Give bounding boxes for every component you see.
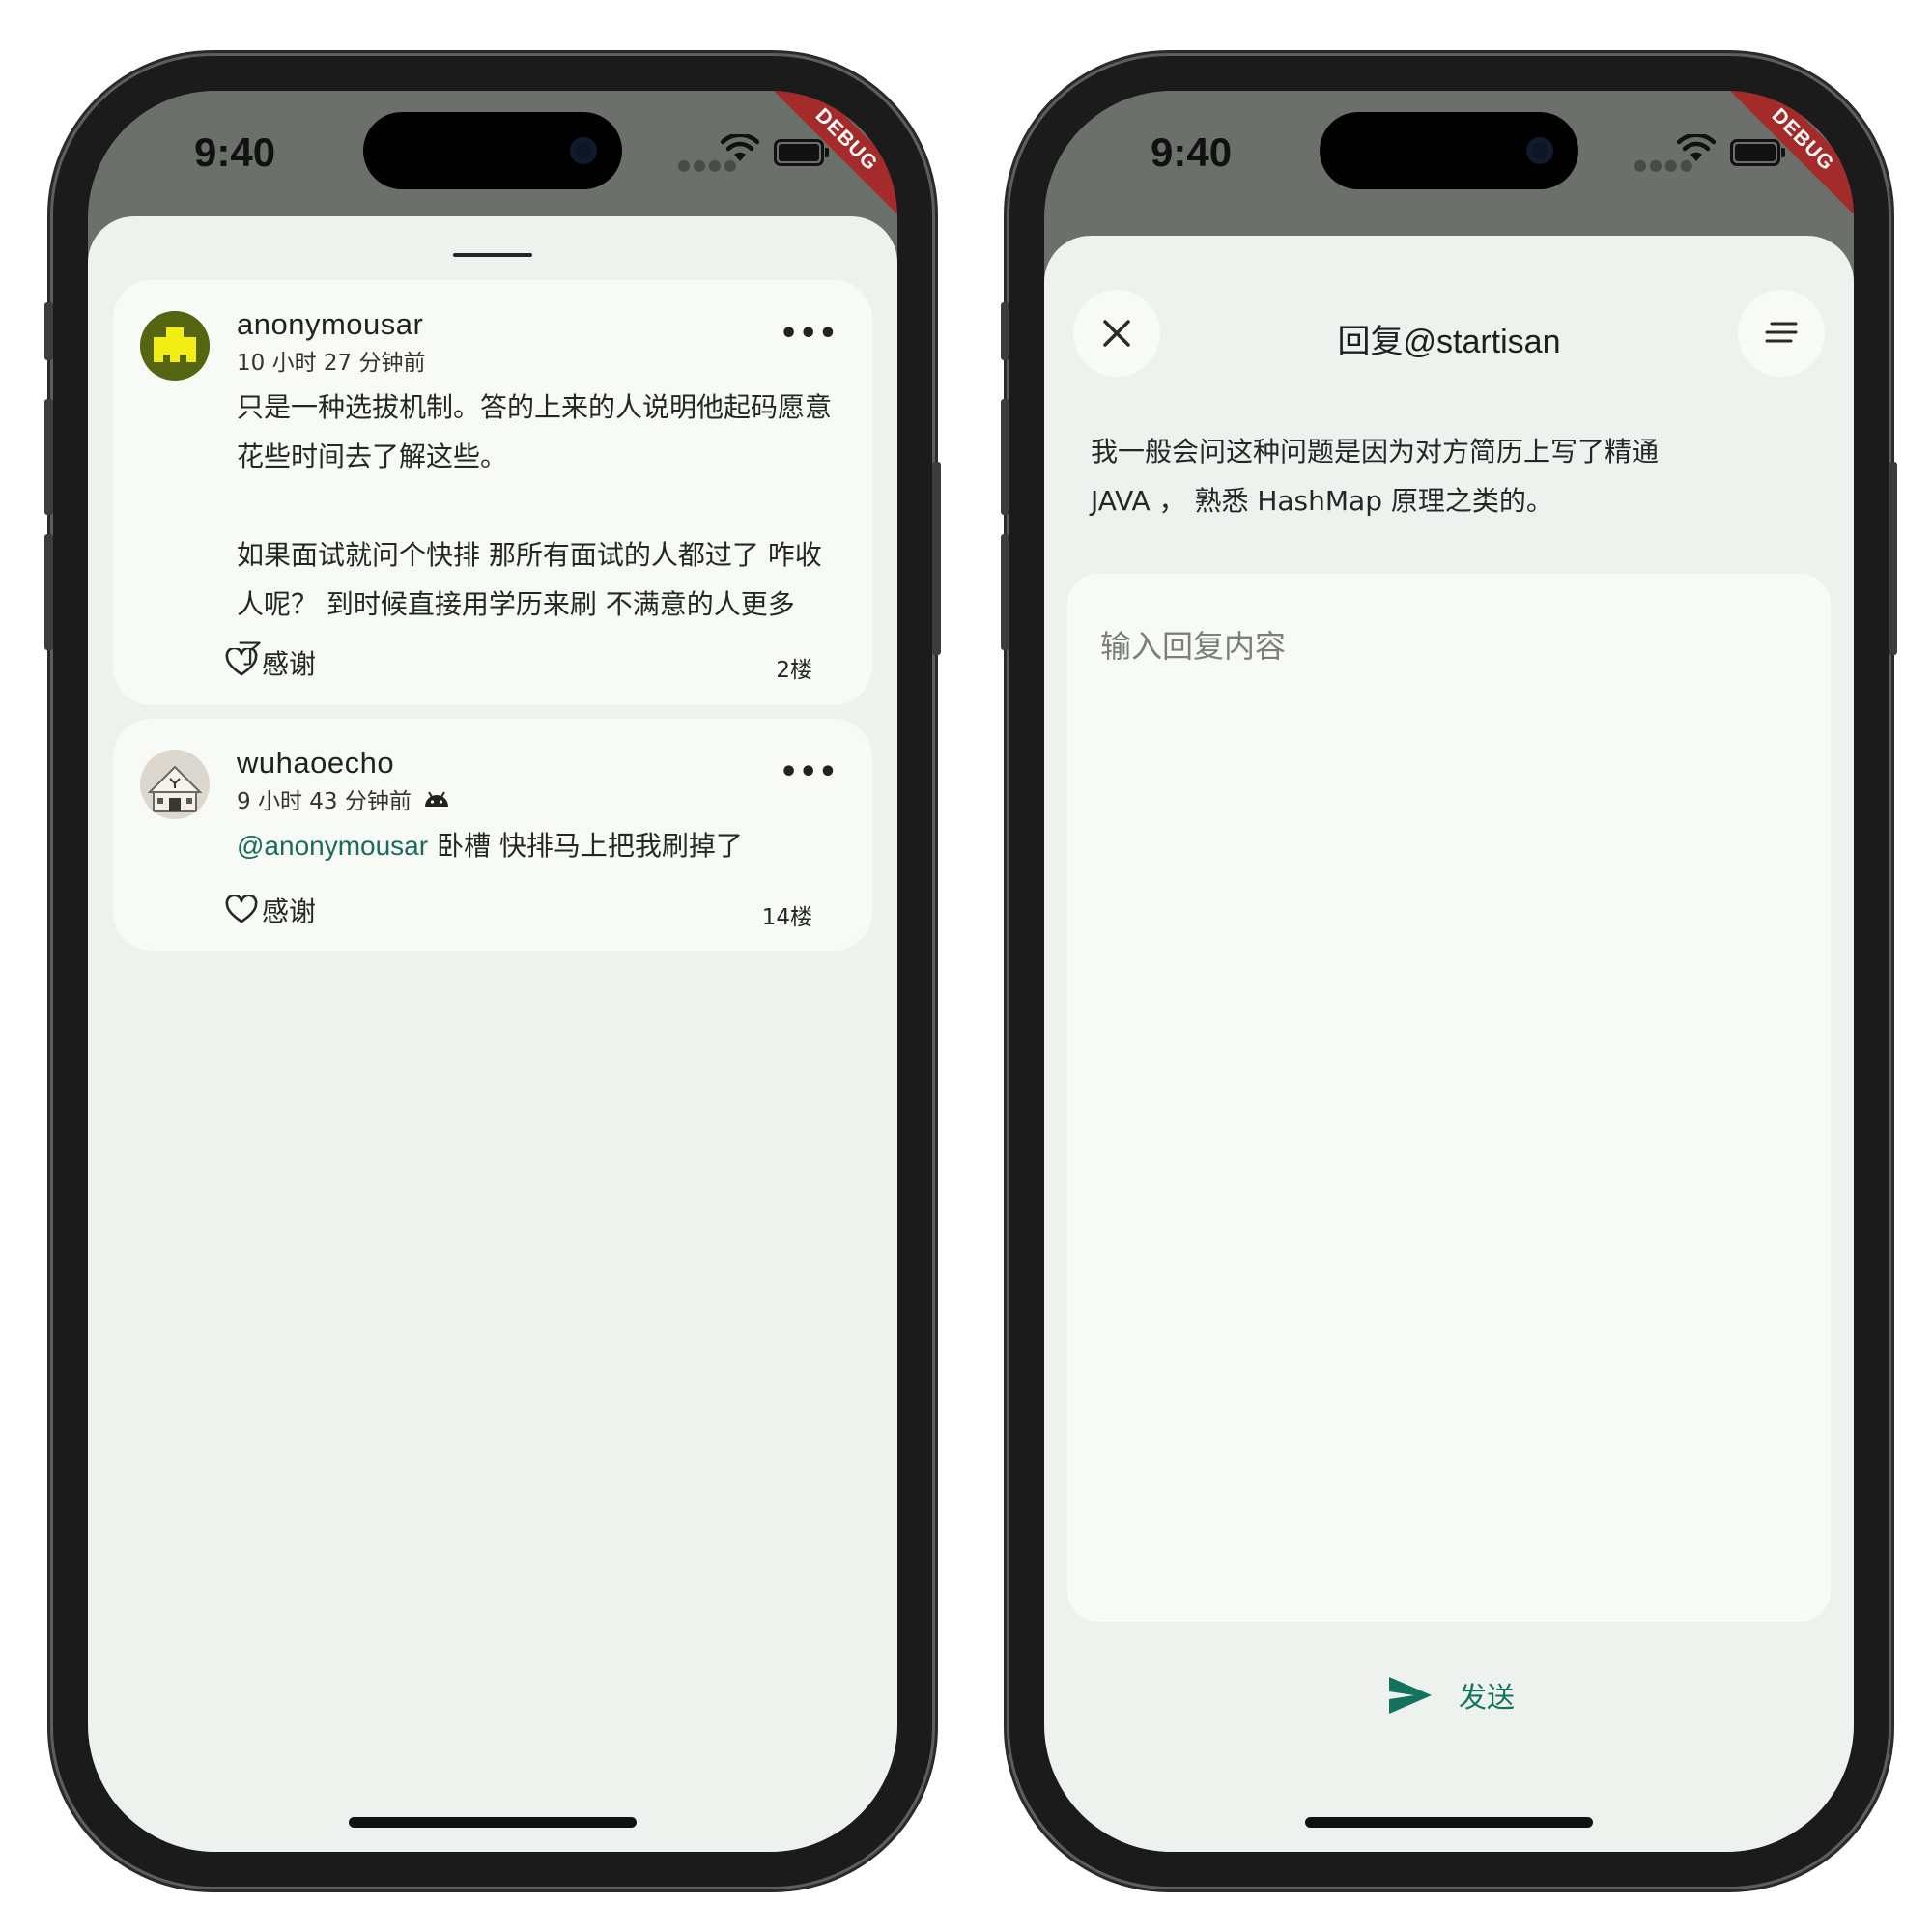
wifi-icon <box>721 134 759 161</box>
comment-time: 9 小时 43 分钟前 <box>237 789 412 814</box>
more-icon[interactable]: ••• <box>780 317 838 351</box>
comment-meta: 9 小时 43 分钟前 <box>237 782 450 815</box>
mention-link[interactable]: @anonymousar <box>237 831 428 861</box>
reply-title: 回复@startisan <box>1337 324 1561 360</box>
wifi-icon <box>1677 134 1716 161</box>
heart-icon <box>225 895 258 923</box>
comments-sheet: anonymousar 10 小时 27 分钟前 ••• 只是一种选拔机制。答的… <box>88 216 897 1852</box>
more-icon[interactable]: ••• <box>780 755 838 789</box>
comment-text: 卧槽 快排马上把我刷掉了 <box>428 830 743 862</box>
camera-icon <box>1526 137 1553 164</box>
floor-number: 2楼 <box>776 658 812 683</box>
comment-card: anonymousar 10 小时 27 分钟前 ••• 只是一种选拔机制。答的… <box>113 280 872 705</box>
quote-line: 我一般会问这种问题是因为对方简历上写了精通 <box>1091 436 1660 468</box>
heart-icon <box>225 648 258 676</box>
reply-input[interactable]: 输入回复内容 <box>1067 574 1831 1622</box>
comment-time: 10 小时 27 分钟前 <box>237 351 426 376</box>
dynamic-island <box>363 112 622 189</box>
reply-input-placeholder: 输入回复内容 <box>1100 628 1287 665</box>
volume-down-button <box>1001 534 1009 650</box>
text-format-icon <box>1765 322 1798 343</box>
status-time: 9:40 <box>1151 129 1233 175</box>
thanks-button[interactable]: 感谢 <box>225 891 316 929</box>
username[interactable]: anonymousar <box>237 307 423 342</box>
avatar[interactable] <box>140 311 210 381</box>
comment-body: 只是一种选拔机制。答的上来的人说明他起码愿意花些时间去了解这些。 如果面试就问个… <box>237 383 845 678</box>
format-button[interactable] <box>1738 290 1825 377</box>
power-button <box>1889 462 1897 655</box>
sheet-drag-handle[interactable] <box>453 253 532 257</box>
floor-number: 14楼 <box>761 905 812 930</box>
send-label: 发送 <box>1459 1681 1516 1714</box>
phone-frame-right: 9:40 ●●●● DEBUG 回复@startisan 我一般会问这种问题是因… <box>1001 56 1897 1887</box>
send-icon <box>1389 1677 1432 1714</box>
android-icon <box>424 791 448 807</box>
dynamic-island <box>1320 112 1578 189</box>
avatar[interactable] <box>140 750 210 819</box>
screen-left: 9:40 ●●●● DEBUG anonymousar 10 小时 27 分钟前… <box>88 91 897 1852</box>
power-button <box>932 462 941 655</box>
volume-down-button <box>44 534 53 650</box>
thanks-label: 感谢 <box>262 648 317 680</box>
comment-card: wuhaoecho 9 小时 43 分钟前 ••• @anonymousar 卧… <box>113 719 872 951</box>
thanks-button[interactable]: 感谢 <box>225 643 316 682</box>
status-time: 9:40 <box>194 129 276 175</box>
home-indicator[interactable] <box>1305 1817 1593 1828</box>
volume-up-button <box>44 399 53 515</box>
mute-switch <box>44 302 53 360</box>
username[interactable]: wuhaoecho <box>237 746 394 781</box>
comment-paragraph: 如果面试就问个快排 那所有面试的人都过了 咋收人呢？ 到时候直接用学历来刷 不满… <box>237 539 822 669</box>
send-button[interactable]: 发送 <box>1387 1675 1515 1716</box>
thanks-label: 感谢 <box>262 895 317 927</box>
battery-icon <box>774 139 829 166</box>
battery-icon <box>1730 139 1785 166</box>
mute-switch <box>1001 302 1009 360</box>
quoted-comment: 我一般会问这种问题是因为对方简历上写了精通 JAVA ， 熟悉 HashMap … <box>1091 427 1767 526</box>
volume-up-button <box>1001 399 1009 515</box>
reply-sheet: 回复@startisan 我一般会问这种问题是因为对方简历上写了精通 JAVA … <box>1044 236 1854 1852</box>
camera-icon <box>570 137 597 164</box>
home-indicator[interactable] <box>349 1817 637 1828</box>
comment-body: @anonymousar 卧槽 快排马上把我刷掉了 <box>237 821 845 870</box>
comment-paragraph: 只是一种选拔机制。答的上来的人说明他起码愿意花些时间去了解这些。 <box>237 391 833 472</box>
screen-right: 9:40 ●●●● DEBUG 回复@startisan 我一般会问这种问题是因… <box>1044 91 1854 1852</box>
phone-frame-left: 9:40 ●●●● DEBUG anonymousar 10 小时 27 分钟前… <box>44 56 941 1887</box>
quote-line: JAVA ， 熟悉 HashMap 原理之类的。 <box>1091 485 1553 517</box>
